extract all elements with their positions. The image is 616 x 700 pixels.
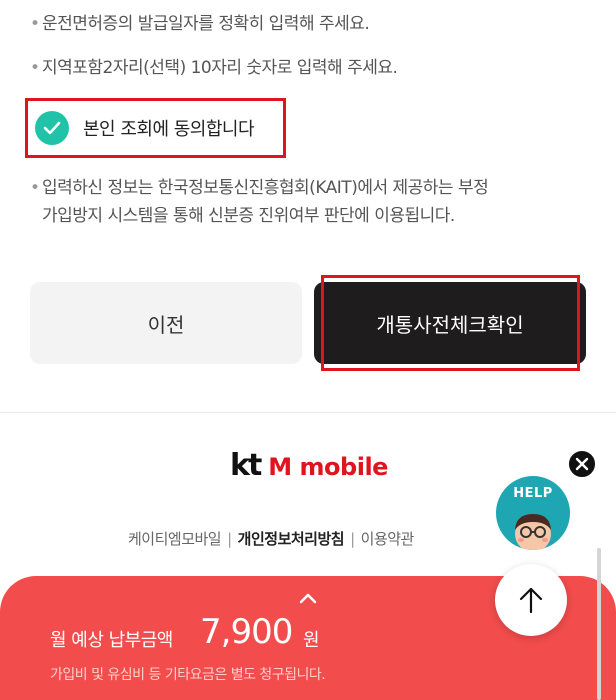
fee-note: 가입비 및 유심비 등 기타요금은 별도 청구됩니다. [50,667,326,683]
divider [0,412,616,413]
bullet: • [30,14,40,34]
separator: | [350,529,355,548]
consent-checkbox[interactable]: 본인 조회에 동의합니다 [25,98,286,158]
helper-avatar-icon [515,514,551,550]
company-link[interactable]: 케이티엠모바일 [128,528,222,549]
check-icon[interactable] [35,111,69,145]
scrollbar[interactable] [597,548,601,700]
chevron-up-icon[interactable] [298,592,318,604]
bullet: • [30,178,40,198]
bullet: • [30,58,40,78]
monthly-payment-value: 7,900 [200,612,293,652]
logo-kt: kt [230,448,262,483]
privacy-policy-link[interactable]: 개인정보처리방침 [238,528,345,549]
note-text: 운전면허증의 발급일자를 정확히 입력해 주세요. [42,14,370,34]
prev-button[interactable]: 이전 [30,282,302,364]
consent-label[interactable]: 본인 조회에 동의합니다 [83,115,255,141]
arrow-up-icon [519,587,543,614]
monthly-payment-unit: 원 [303,630,320,651]
note-text-line1: 입력하신 정보는 한국정보통신진흥협회(KAIT)에서 제공하는 부정 [42,178,489,198]
footer-links: 케이티엠모바일 | 개인정보처리방침 | 이용약관 [128,528,414,549]
info-note-license-number: • 지역포함2자리(선택) 10자리 숫자로 입력해 주세요. [30,54,398,82]
precheck-confirm-button[interactable]: 개통사전체크확인 [314,282,586,364]
info-note-kait: • 입력하신 정보는 한국정보통신진흥협회(KAIT)에서 제공하는 부정 가입방… [30,174,590,230]
scroll-top-button[interactable] [495,564,567,636]
note-text: 지역포함2자리(선택) 10자리 숫자로 입력해 주세요. [42,58,398,78]
terms-link[interactable]: 이용약관 [361,528,415,549]
kt-mmobile-logo[interactable]: kt M mobile [230,448,388,483]
help-button[interactable]: HELP [496,476,570,550]
close-icon[interactable] [567,449,597,479]
logo-mobile: M mobile [268,453,388,481]
monthly-payment-label: 월 예상 납부금액 [50,630,173,651]
separator: | [227,529,232,548]
info-note-license-date: • 운전면허증의 발급일자를 정확히 입력해 주세요. [30,10,370,38]
note-text-line2: 가입방지 시스템을 통해 신분증 진위여부 판단에 이용됩니다. [42,206,455,226]
